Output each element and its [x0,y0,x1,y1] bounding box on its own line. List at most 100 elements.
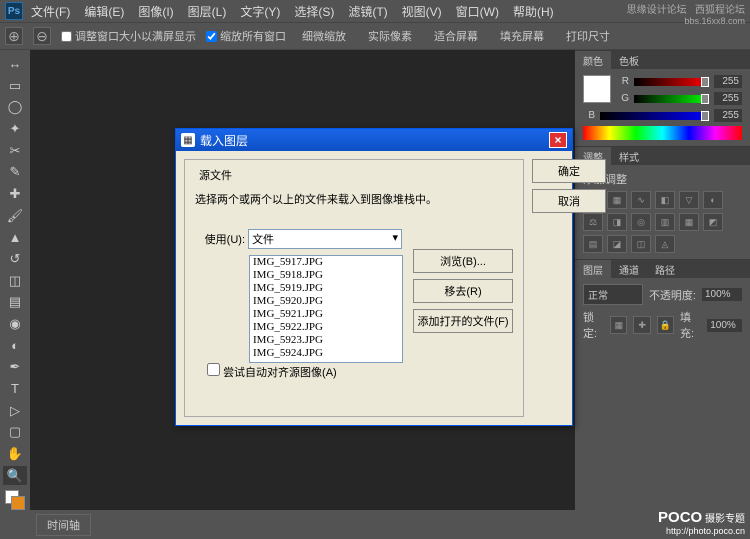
opacity-field[interactable]: 100% [702,288,742,301]
use-dropdown[interactable]: 文件▾ [248,229,402,249]
menu-window[interactable]: 窗口(W) [450,1,505,22]
adjust-label: 添加调整 [583,171,742,187]
dialog-description: 选择两个或两个以上的文件来载入到图像堆栈中。 [195,191,513,207]
paths-tab[interactable]: 路径 [647,260,683,278]
adj-hue-icon[interactable]: ◐ [703,191,723,209]
file-list-item[interactable]: IMG_5918.JPG [250,269,402,282]
adj-thresh-icon[interactable]: ◪ [607,235,627,253]
file-list-item[interactable]: IMG_5921.JPG [250,308,402,321]
file-list-item[interactable]: IMG_5919.JPG [250,282,402,295]
watermark-bottom: POCO 摄影专题 http://photo.poco.cn [658,509,745,537]
use-label: 使用(U): [195,231,245,247]
dialog-titlebar[interactable]: ▦ 载入图层 × [176,129,572,151]
app-logo-icon: Ps [5,2,23,20]
actual-pixels-button[interactable]: 实际像素 [362,26,418,46]
marquee-tool[interactable]: ▭ [3,76,27,96]
adj-bw-icon[interactable]: ◨ [607,213,627,231]
file-list-item[interactable]: IMG_5924.JPG [250,347,402,360]
lock-all-icon[interactable]: 🔒 [657,316,674,334]
lasso-tool[interactable]: ◯ [3,97,27,117]
color-preview-swatch[interactable] [583,75,611,103]
fieldset-legend: 源文件 [195,167,236,183]
background-swatch[interactable] [11,496,25,510]
adj-exposure-icon[interactable]: ◧ [655,191,675,209]
close-icon[interactable]: × [549,132,567,148]
timeline-tab[interactable]: 时间轴 [36,514,91,536]
print-size-button[interactable]: 打印尺寸 [560,26,616,46]
swatches-tab[interactable]: 色板 [611,51,647,69]
adj-lut-icon[interactable]: ▦ [679,213,699,231]
adj-levels-icon[interactable]: ▦ [607,191,627,209]
menu-help[interactable]: 帮助(H) [507,1,560,22]
adj-grad-icon[interactable]: ◫ [631,235,651,253]
file-list-item[interactable]: IMG_5922.JPG [250,321,402,334]
menu-image[interactable]: 图像(I) [132,1,179,22]
spectrum-strip[interactable] [583,126,742,140]
blur-tool[interactable]: ◉ [3,314,27,334]
text-tool[interactable]: T [3,379,27,399]
menu-file[interactable]: 文件(F) [25,1,76,22]
lock-pixels-icon[interactable]: ▦ [610,316,627,334]
path-tool[interactable]: ▷ [3,401,27,421]
adj-mixer-icon[interactable]: ▥ [655,213,675,231]
g-slider[interactable] [634,95,709,103]
adj-select-icon[interactable]: ◬ [655,235,675,253]
pen-tool[interactable]: ✒ [3,357,27,377]
zoom-out-icon[interactable]: ⊖ [33,27,51,45]
remove-button[interactable]: 移去(R) [413,279,513,303]
browse-button[interactable]: 浏览(B)... [413,249,513,273]
menu-view[interactable]: 视图(V) [396,1,448,22]
zoom-tool[interactable]: 🔍 [3,466,27,486]
add-open-files-button[interactable]: 添加打开的文件(F) [413,309,513,333]
adj-photo-icon[interactable]: ◎ [631,213,651,231]
shape-tool[interactable]: ▢ [3,422,27,442]
eyedropper-tool[interactable]: ✎ [3,162,27,182]
color-tab[interactable]: 颜色 [575,51,611,69]
b-value[interactable]: 255 [714,109,742,122]
dialog-title-text: 载入图层 [200,132,248,149]
file-list-item[interactable]: IMG_5920.JPG [250,295,402,308]
hand-tool[interactable]: ✋ [3,444,27,464]
adj-vibrance-icon[interactable]: ▽ [679,191,699,209]
stamp-tool[interactable]: ▲ [3,227,27,247]
r-slider[interactable] [634,78,709,86]
file-list-item[interactable]: IMG_5923.JPG [250,334,402,347]
file-listbox[interactable]: IMG_5917.JPGIMG_5918.JPGIMG_5919.JPGIMG_… [249,255,403,363]
dialog-buttons: 确定 取消 [532,159,606,417]
eraser-tool[interactable]: ◫ [3,271,27,291]
dodge-tool[interactable]: ◐ [3,336,27,356]
crop-tool[interactable]: ✂ [3,141,27,161]
r-value[interactable]: 255 [714,75,742,88]
menu-layer[interactable]: 图层(L) [182,1,233,22]
menu-edit[interactable]: 编辑(E) [78,1,130,22]
adj-curves-icon[interactable]: ∿ [631,191,651,209]
gradient-tool[interactable]: ▤ [3,292,27,312]
menu-type[interactable]: 文字(Y) [234,1,286,22]
move-tool[interactable]: ↔ [3,54,27,74]
fill-field[interactable]: 100% [707,319,742,332]
fill-screen-button[interactable]: 填充屏幕 [494,26,550,46]
channels-tab[interactable]: 通道 [611,260,647,278]
history-brush-tool[interactable]: ↺ [3,249,27,269]
dialog-app-icon: ▦ [181,133,195,147]
zoom-in-icon[interactable]: ⊕ [5,27,23,45]
brush-tool[interactable]: 🖌 [3,206,27,226]
zoom-all-checkbox[interactable]: 缩放所有窗口 [206,28,286,44]
auto-align-checkbox[interactable]: 尝试自动对齐源图像(A) [207,367,337,379]
fit-screen-button[interactable]: 适合屏幕 [428,26,484,46]
menu-filter[interactable]: 滤镜(T) [342,1,393,22]
heal-tool[interactable]: ✚ [3,184,27,204]
file-list-item[interactable]: IMG_5925.JPG [250,360,402,363]
b-slider[interactable] [600,112,709,120]
lock-position-icon[interactable]: ✚ [633,316,650,334]
file-list-item[interactable]: IMG_5917.JPG [250,256,402,269]
styles-tab[interactable]: 样式 [611,147,647,165]
wand-tool[interactable]: ✦ [3,119,27,139]
scrubby-zoom-button[interactable]: 细微缩放 [296,26,352,46]
adj-invert-icon[interactable]: ◩ [703,213,723,231]
g-value[interactable]: 255 [714,92,742,105]
ok-button[interactable]: 确定 [532,159,606,183]
cancel-button[interactable]: 取消 [532,189,606,213]
menu-select[interactable]: 选择(S) [288,1,340,22]
resize-window-checkbox[interactable]: 调整窗口大小以满屏显示 [61,28,196,44]
